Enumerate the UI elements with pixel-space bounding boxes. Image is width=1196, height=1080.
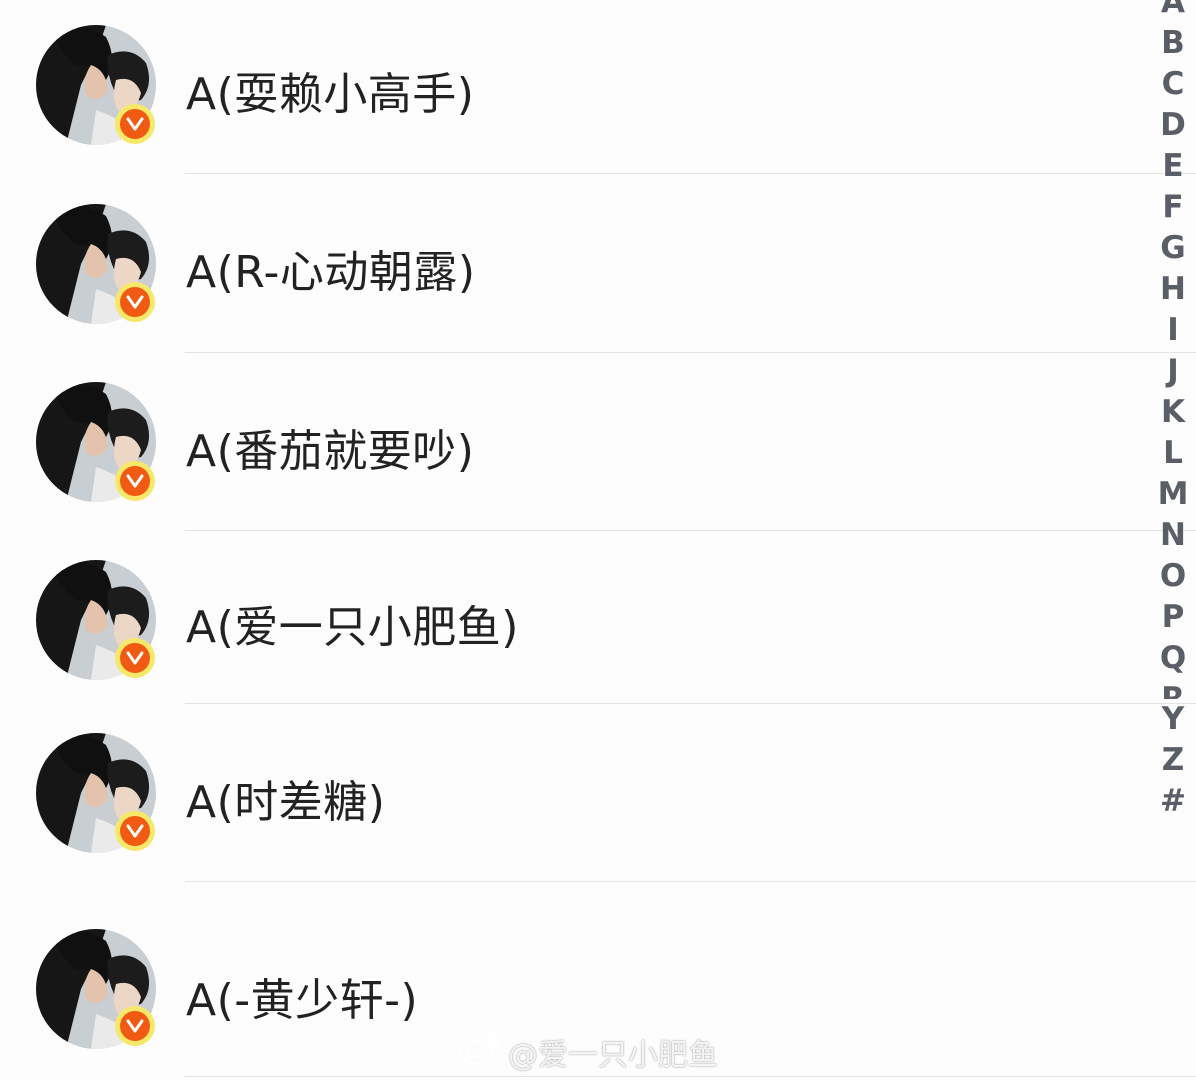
index-letter-q[interactable]: Q [1150, 638, 1196, 679]
verified-badge [115, 1006, 155, 1046]
alphabet-index-bar[interactable]: A B C D E F G H I J K L M N O P Q R Y Z … [1150, 0, 1196, 822]
contact-name: A(R-心动朝露) [186, 247, 476, 298]
index-letter-o[interactable]: O [1150, 556, 1196, 597]
index-letter-e[interactable]: E [1150, 146, 1196, 187]
verified-badge [115, 104, 155, 144]
contact-list-page: A(耍赖小高手) A(R-心动朝露) A(番茄就要吵) A(爱一只小肥鱼) A(… [0, 0, 1196, 1080]
verified-badge [115, 282, 155, 322]
index-letter-r[interactable]: R [1150, 679, 1196, 699]
index-letter-c[interactable]: C [1150, 64, 1196, 105]
index-letter-k[interactable]: K [1150, 392, 1196, 433]
verified-v-icon [120, 816, 150, 846]
index-letter-n[interactable]: N [1150, 515, 1196, 556]
index-letter-l[interactable]: L [1150, 433, 1196, 474]
verified-v-icon [120, 1011, 150, 1041]
contact-row[interactable]: A(时差糖) [0, 704, 1150, 881]
contact-name: A(耍赖小高手) [186, 69, 475, 120]
contact-name: A(爱一只小肥鱼) [186, 602, 519, 653]
contact-row[interactable]: A(耍赖小高手) [0, 0, 1150, 173]
index-letter-d[interactable]: D [1150, 105, 1196, 146]
index-letter-z[interactable]: Z [1150, 740, 1196, 781]
index-letter-a[interactable]: A [1150, 0, 1196, 23]
row-divider [185, 1076, 1196, 1077]
index-letter-j[interactable]: J [1150, 351, 1196, 392]
verified-v-icon [120, 287, 150, 317]
weibo-logo-icon [458, 1030, 502, 1074]
verified-v-icon [120, 466, 150, 496]
index-letter-hash[interactable]: # [1150, 781, 1196, 822]
index-letter-p[interactable]: P [1150, 597, 1196, 638]
index-letter-h[interactable]: H [1150, 269, 1196, 310]
contact-row[interactable]: A(番茄就要吵) [0, 353, 1150, 530]
verified-v-icon [120, 643, 150, 673]
watermark: @爱一只小肥鱼 [458, 1030, 718, 1074]
index-letter-i[interactable]: I [1150, 310, 1196, 351]
verified-badge [115, 638, 155, 678]
contact-row[interactable]: A(R-心动朝露) [0, 174, 1150, 352]
verified-v-icon [120, 109, 150, 139]
index-letter-g[interactable]: G [1150, 228, 1196, 269]
contact-row[interactable]: A(爱一只小肥鱼) [0, 531, 1150, 703]
index-letter-f[interactable]: F [1150, 187, 1196, 228]
contact-name: A(-黄少轩-) [186, 975, 419, 1026]
index-letter-m[interactable]: M [1150, 474, 1196, 515]
contact-name: A(番茄就要吵) [186, 426, 475, 477]
index-letter-y[interactable]: Y [1150, 699, 1196, 740]
watermark-text: @爱一只小肥鱼 [508, 1038, 718, 1073]
verified-badge [115, 461, 155, 501]
contact-name: A(时差糖) [186, 777, 386, 828]
index-letter-b[interactable]: B [1150, 23, 1196, 64]
verified-badge [115, 811, 155, 851]
